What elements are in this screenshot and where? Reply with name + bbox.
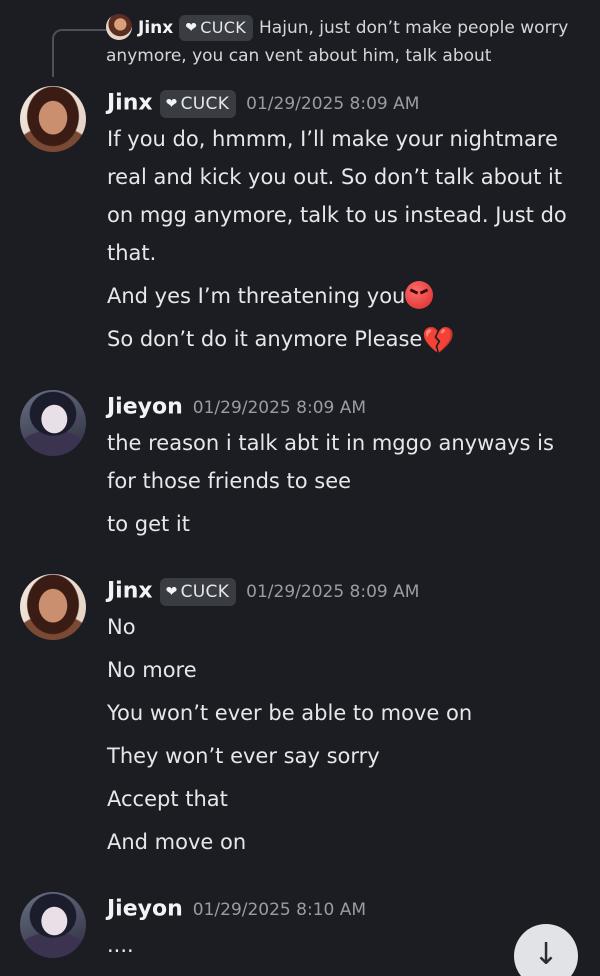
message-header: Jieyon 01/29/2025 8:09 AM	[107, 390, 586, 424]
message-text: If you do, hmmm, I’ll make your nightmar…	[107, 127, 567, 265]
avatar[interactable]	[20, 574, 86, 640]
reply-author: Jinx	[138, 18, 174, 38]
broken-heart-emoji: 💔	[422, 326, 455, 356]
message-text: And yes I’m threatening you	[107, 277, 586, 315]
timestamp: 01/29/2025 8:09 AM	[192, 397, 367, 418]
message-text: And move on	[107, 830, 247, 854]
role-tag: ❤ CUCK	[179, 15, 254, 41]
chat-view: Jinx ❤ CUCK Hajun, just don’t make people w…	[0, 0, 600, 976]
heart-icon: ❤	[165, 95, 178, 112]
role-tag-label: CUCK	[200, 18, 247, 37]
avatar[interactable]	[20, 390, 86, 456]
timestamp: 01/29/2025 8:09 AM	[246, 93, 420, 114]
username[interactable]: Jinx	[107, 579, 153, 604]
role-tag-label: CUCK	[180, 93, 230, 114]
arrow-down-icon: ↓	[533, 937, 559, 972]
message-text: They won’t ever say sorry	[107, 744, 380, 768]
role-tag: ❤ CUCK	[159, 577, 237, 606]
role-tag-label: CUCK	[180, 581, 230, 602]
avatar[interactable]	[20, 86, 86, 152]
role-tag: ❤ CUCK	[159, 89, 237, 118]
message-text: No	[107, 615, 136, 639]
username[interactable]: Jieyon	[107, 395, 183, 420]
timestamp: 01/29/2025 8:09 AM	[246, 581, 420, 602]
username[interactable]: Jinx	[107, 91, 153, 116]
message-text: So don’t do it anymore Please💔	[107, 326, 455, 356]
heart-icon: ❤	[185, 20, 198, 36]
message-header: Jinx ❤ CUCK 01/29/2025 8:09 AM	[107, 86, 586, 120]
reply-text: Hajun, just don’t make people worry anym…	[106, 18, 569, 66]
message-text: Accept that	[107, 787, 228, 811]
avatar[interactable]	[20, 892, 86, 958]
message-text: to get it	[107, 512, 190, 536]
username[interactable]: Jieyon	[107, 897, 183, 922]
message-text: No more	[107, 658, 197, 682]
message-header: Jieyon 01/29/2025 8:10 AM	[107, 892, 586, 926]
angry-face-emoji	[405, 281, 434, 309]
reply-connector-line	[52, 29, 108, 77]
message-text: the reason i talk abt it in mggo anyways…	[107, 431, 554, 493]
heart-icon: ❤	[165, 583, 178, 600]
timestamp: 01/29/2025 8:10 AM	[192, 899, 367, 920]
message-text: You won’t ever be able to move on	[107, 701, 473, 725]
reply-reference[interactable]: Jinx ❤ CUCK Hajun, just don’t make people w…	[106, 14, 576, 70]
reply-avatar	[106, 14, 132, 40]
message-header: Jinx ❤ CUCK 01/29/2025 8:09 AM	[107, 574, 586, 608]
